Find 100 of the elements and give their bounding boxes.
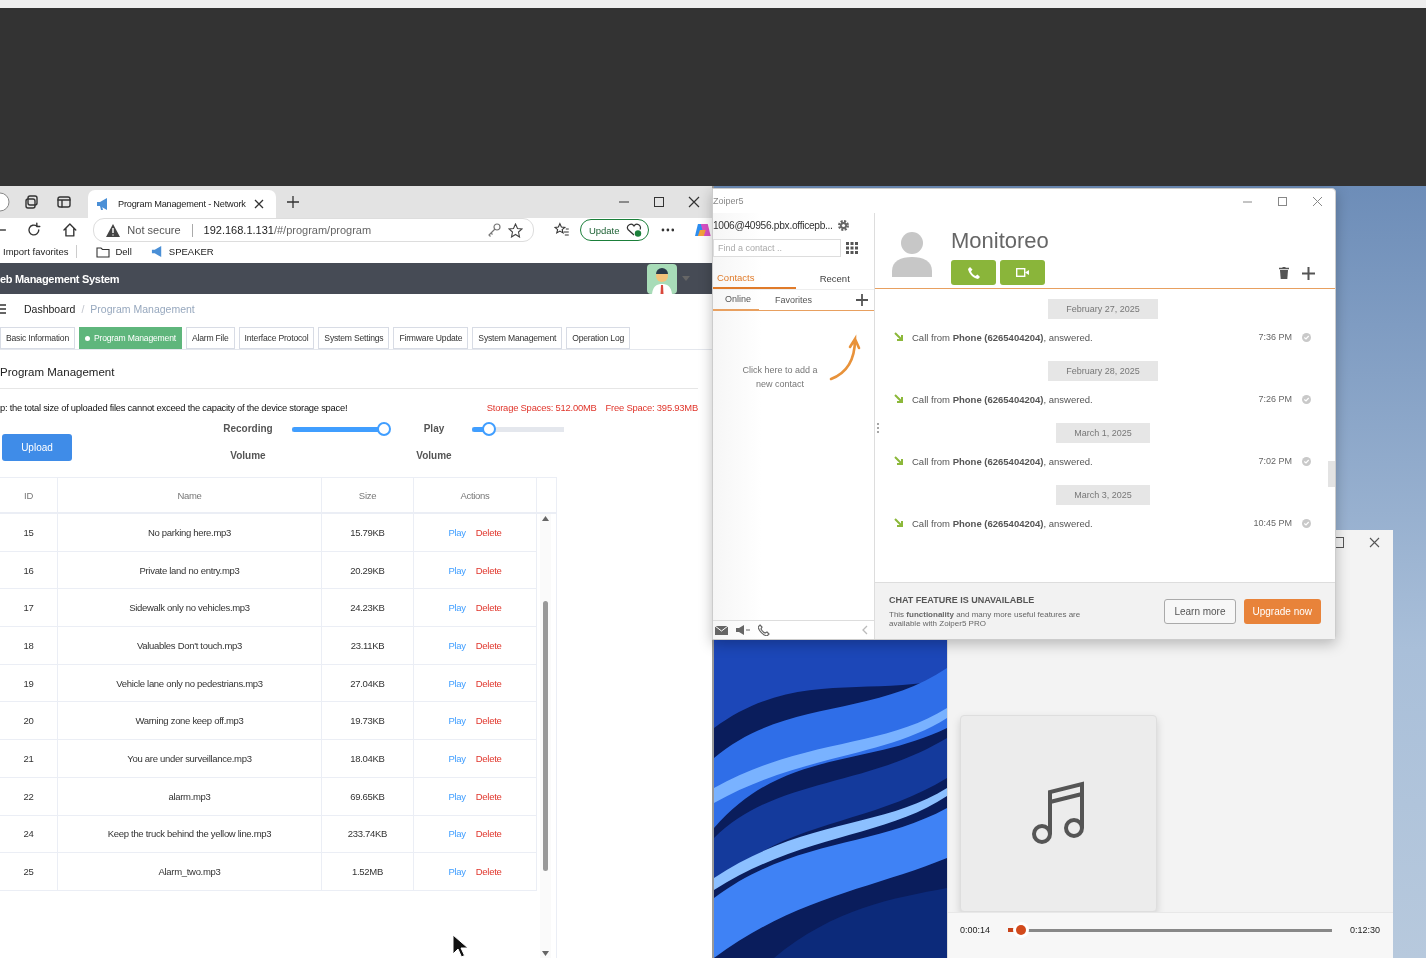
play-link[interactable]: Play <box>448 790 466 802</box>
delete-link[interactable]: Delete <box>475 602 502 614</box>
phone-icon[interactable] <box>758 624 770 636</box>
table-cell: 24.23KB <box>322 589 414 627</box>
call-time: 10:45 PM <box>1253 518 1292 528</box>
incoming-call-icon <box>894 456 904 466</box>
delete-link[interactable]: Delete <box>475 715 502 727</box>
favorites-icon[interactable] <box>554 222 570 238</box>
delete-link[interactable]: Delete <box>475 753 502 764</box>
contacts-tab[interactable]: Contacts <box>713 267 796 289</box>
filter-tab[interactable]: Favorites <box>763 290 821 310</box>
add-icon[interactable] <box>1302 267 1315 280</box>
dialpad-icon[interactable] <box>846 242 858 254</box>
nav-tab[interactable]: Interface Protocol <box>238 327 315 349</box>
delete-link[interactable]: Delete <box>475 526 502 538</box>
check-circle-icon <box>1302 332 1311 342</box>
incoming-call-icon <box>894 394 904 404</box>
trash-icon[interactable] <box>1279 267 1289 279</box>
browser-tab[interactable]: Program Management - Network <box>88 190 276 218</box>
mail-icon[interactable] <box>715 625 728 635</box>
add-icon[interactable] <box>856 294 868 306</box>
delete-link[interactable]: Delete <box>475 677 502 689</box>
new-tab-icon[interactable] <box>286 195 300 209</box>
refresh-icon[interactable] <box>25 222 42 238</box>
play-link[interactable]: Play <box>448 564 466 576</box>
delete-link[interactable]: Delete <box>475 790 502 802</box>
play-link[interactable]: Play <box>448 753 466 764</box>
home-icon[interactable] <box>61 222 78 238</box>
scroll-up-icon <box>542 516 549 521</box>
workspaces-icon[interactable] <box>24 194 40 210</box>
check-circle-icon <box>1302 394 1311 404</box>
update-button[interactable]: Update <box>579 219 649 241</box>
breadcrumb-separator: / <box>81 302 85 315</box>
window-title: Zoiper5 <box>713 196 744 206</box>
nav-tab[interactable]: Operation Log <box>566 327 631 349</box>
banner-text: This functionality and many more useful features are available with Zoiper5 PRO <box>889 609 1082 628</box>
table-cell: 21 <box>0 740 58 777</box>
nav-tab[interactable]: System Management <box>472 327 563 349</box>
table-cell: 69.65KB <box>322 777 414 815</box>
slider-label: Recording Volume <box>222 422 274 463</box>
star-icon[interactable] <box>508 222 524 238</box>
upload-button[interactable]: Upload <box>2 433 72 461</box>
slider-thumb[interactable] <box>377 422 392 436</box>
address-bar[interactable]: Not secure 192.168.1.131/#/program/program <box>93 218 535 242</box>
play-link[interactable]: Play <box>448 828 466 840</box>
copilot-icon[interactable] <box>694 221 712 239</box>
learn-more-button[interactable]: Learn more <box>1164 598 1236 624</box>
column-header: ID <box>0 478 58 512</box>
scrollbar[interactable] <box>1328 461 1335 487</box>
date-label: February 27, 2025 <box>1048 299 1158 319</box>
speaker-icon[interactable] <box>736 625 750 635</box>
slider-thumb[interactable] <box>482 422 497 436</box>
nav-tab[interactable]: System Settings <box>318 327 390 349</box>
phone-icon <box>967 266 980 279</box>
contact-avatar-icon <box>892 231 932 277</box>
close-icon[interactable] <box>688 196 700 208</box>
bookmark[interactable]: Import favorites <box>0 246 69 258</box>
close-icon[interactable] <box>253 199 264 209</box>
key-icon[interactable] <box>487 223 502 237</box>
delete-link[interactable]: Delete <box>475 828 502 840</box>
close-icon[interactable] <box>1369 537 1380 548</box>
delete-link[interactable]: Delete <box>475 564 502 576</box>
play-link[interactable]: Play <box>448 715 466 727</box>
table-cell: 15 <box>0 514 58 551</box>
incoming-call-icon <box>894 518 904 528</box>
play-link[interactable]: Play <box>448 639 466 651</box>
nav-tab[interactable]: Alarm File <box>185 327 235 349</box>
maximize-icon[interactable] <box>653 196 665 208</box>
security-label: Not secure <box>127 224 181 236</box>
check-circle-icon <box>1302 456 1311 466</box>
delete-link[interactable]: Delete <box>475 866 502 878</box>
more-icon[interactable] <box>660 228 675 232</box>
play-link[interactable]: Play <box>448 866 466 878</box>
nav-tab[interactable]: Program Management <box>79 327 182 349</box>
banner-title: CHAT FEATURE IS UNAVAILABLE <box>889 594 1036 605</box>
play-link[interactable]: Play <box>448 526 466 538</box>
settings-icon[interactable] <box>836 218 850 232</box>
scrollbar[interactable] <box>540 514 551 958</box>
date-label: March 1, 2025 <box>1056 423 1150 443</box>
filter-tab[interactable]: Online <box>713 289 759 311</box>
nav-tab[interactable]: Firmware Update <box>393 327 469 349</box>
storage-text: Storage Spaces: 512.00MB <box>486 401 597 413</box>
bookmark[interactable]: Dell <box>93 245 132 258</box>
upgrade-button[interactable]: Upgrade now <box>1243 598 1321 624</box>
delete-link[interactable]: Delete <box>475 639 502 651</box>
contacts-tab[interactable]: Recent <box>795 267 874 289</box>
warning-icon <box>106 223 121 237</box>
menu-icon[interactable] <box>0 303 6 314</box>
table-cell: 27.04KB <box>322 664 414 702</box>
user-avatar[interactable] <box>647 263 677 294</box>
play-link[interactable]: Play <box>448 602 466 614</box>
table-cell: 233.74KB <box>322 815 414 853</box>
tab-actions-icon[interactable] <box>56 194 72 210</box>
bookmark[interactable]: SPEAKER <box>147 245 214 259</box>
profile-icon[interactable] <box>0 192 10 212</box>
search-field[interactable]: Find a contact .. <box>713 239 841 257</box>
breadcrumb-link[interactable]: Dashboard <box>24 302 76 315</box>
play-link[interactable]: Play <box>448 677 466 689</box>
nav-tab[interactable]: Basic Information <box>0 327 75 349</box>
seek-thumb[interactable] <box>1016 925 1026 936</box>
